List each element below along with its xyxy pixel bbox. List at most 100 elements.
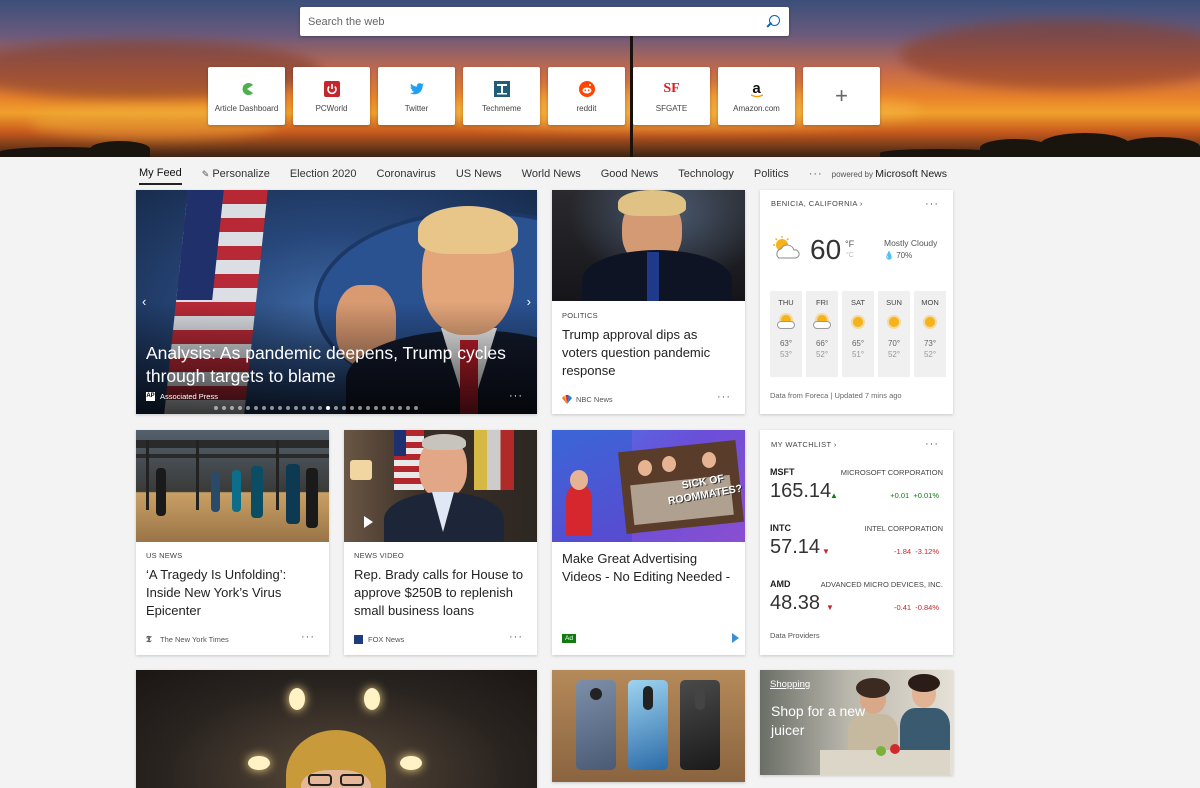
carousel-dot[interactable] xyxy=(230,406,234,410)
carousel-dot[interactable] xyxy=(262,406,266,410)
quick-link-amazon[interactable]: a Amazon.com xyxy=(718,67,795,125)
story-headline[interactable]: ‘A Tragedy Is Unfolding’: Inside New Yor… xyxy=(146,566,319,620)
forecast-day[interactable]: SUN 70° 52° xyxy=(878,291,910,377)
stock-row[interactable]: MSFT MICROSOFT CORPORATION 165.14 ▲ +0.0… xyxy=(770,467,943,523)
unit-celsius-toggle[interactable]: °C xyxy=(846,252,854,259)
play-video-icon[interactable] xyxy=(364,516,373,528)
carousel-dot[interactable] xyxy=(358,406,362,410)
carousel-dot[interactable] xyxy=(214,406,218,410)
story-headline[interactable]: Trump approval dips as voters question p… xyxy=(562,326,735,380)
powered-by-prefix: powered by xyxy=(831,170,873,179)
carousel-dot[interactable] xyxy=(334,406,338,410)
more-options-button[interactable]: ··· xyxy=(717,391,731,403)
data-providers-link[interactable]: Data Providers xyxy=(770,631,820,640)
carousel-dot[interactable] xyxy=(326,406,330,410)
carousel-dot[interactable] xyxy=(342,406,346,410)
carousel-dot[interactable] xyxy=(390,406,394,410)
forecast-day[interactable]: FRI 66° 52° xyxy=(806,291,838,377)
carousel-dot[interactable] xyxy=(406,406,410,410)
shopping-card[interactable]: Shopping Shop for a new juicer xyxy=(760,670,953,775)
story-card-feature[interactable] xyxy=(136,670,537,788)
search-input[interactable] xyxy=(308,15,765,28)
add-quick-link-button[interactable]: + xyxy=(803,67,880,125)
hero-story-card[interactable]: ‹ › Analysis: As pandemic deepens, Trump… xyxy=(136,190,537,414)
tab-us-news[interactable]: US News xyxy=(456,168,502,184)
ad-headline[interactable]: Make Great Advertising Videos - No Editi… xyxy=(562,550,735,586)
more-options-button[interactable]: ··· xyxy=(301,631,315,643)
story-source: FOX News xyxy=(354,635,404,644)
more-options-button[interactable]: ··· xyxy=(925,438,939,450)
story-headline[interactable]: Rep. Brady calls for House to approve $2… xyxy=(354,566,527,620)
story-card-phones[interactable] xyxy=(552,670,745,782)
stock-row[interactable]: INTC INTEL CORPORATION 57.14 ▼ -1.84 -3.… xyxy=(770,523,943,579)
search-box[interactable] xyxy=(300,7,789,36)
forecast-high: 63° xyxy=(779,339,793,348)
watchlist-card[interactable]: MY WATCHLIST › ··· MSFT MICROSOFT CORPOR… xyxy=(760,430,953,655)
tab-good-news[interactable]: Good News xyxy=(601,168,658,184)
watchlist-title[interactable]: MY WATCHLIST › xyxy=(771,440,837,449)
carousel-dot[interactable] xyxy=(350,406,354,410)
tab-personalize[interactable]: ✎ Personalize xyxy=(202,168,270,184)
carousel-dot[interactable] xyxy=(278,406,282,410)
tab-coronavirus[interactable]: Coronavirus xyxy=(377,168,436,184)
tab-election-2020[interactable]: Election 2020 xyxy=(290,168,357,184)
carousel-dot[interactable] xyxy=(286,406,290,410)
weather-location[interactable]: BENICIA, CALIFORNIA › xyxy=(771,199,863,208)
more-options-button[interactable]: ··· xyxy=(509,631,523,643)
tab-my-feed[interactable]: My Feed xyxy=(139,167,182,185)
carousel-dot[interactable] xyxy=(254,406,258,410)
carousel-dot[interactable] xyxy=(366,406,370,410)
story-category[interactable]: NEWS VIDEO xyxy=(354,551,404,560)
more-options-button[interactable]: ··· xyxy=(925,198,939,210)
forecast-day[interactable]: SAT 65° 51° xyxy=(842,291,874,377)
quick-link-techmeme[interactable]: Techmeme xyxy=(463,67,540,125)
weather-footer[interactable]: Data from Foreca | Updated 7 mins ago xyxy=(770,391,902,400)
carousel-dot[interactable] xyxy=(414,406,418,410)
forecast-day-name: SAT xyxy=(850,298,866,307)
carousel-dot[interactable] xyxy=(374,406,378,410)
tab-world-news[interactable]: World News xyxy=(522,168,581,184)
carousel-next-icon[interactable]: › xyxy=(527,294,531,309)
story-card-news-video[interactable]: NEWS VIDEO Rep. Brady calls for House to… xyxy=(344,430,537,655)
carousel-dot[interactable] xyxy=(222,406,226,410)
quick-link-sfgate[interactable]: SF SFGATE xyxy=(633,67,710,125)
story-card-politics[interactable]: POLITICS Trump approval dips as voters q… xyxy=(552,190,745,414)
arrow-down-icon: ▼ xyxy=(826,603,834,612)
carousel-dot[interactable] xyxy=(302,406,306,410)
carousel-dots xyxy=(214,406,418,410)
quick-link-article-dashboard[interactable]: Article Dashboard xyxy=(208,67,285,125)
hero-story-headline[interactable]: Analysis: As pandemic deepens, Trump cyc… xyxy=(146,342,537,388)
reddit-icon xyxy=(578,80,596,98)
ad-card[interactable]: SICK OF ROOMMATES? Make Great Advertisin… xyxy=(552,430,745,655)
quick-link-twitter[interactable]: Twitter xyxy=(378,67,455,125)
carousel-prev-icon[interactable]: ‹ xyxy=(142,294,146,309)
carousel-dot[interactable] xyxy=(382,406,386,410)
carousel-dot[interactable] xyxy=(270,406,274,410)
carousel-dot[interactable] xyxy=(238,406,242,410)
shopping-text[interactable]: Shop for a new juicer xyxy=(771,702,871,740)
search-icon[interactable] xyxy=(765,14,781,30)
carousel-dot[interactable] xyxy=(246,406,250,410)
ad-choices-icon[interactable] xyxy=(732,633,739,643)
quick-link-reddit[interactable]: reddit xyxy=(548,67,625,125)
weather-card[interactable]: BENICIA, CALIFORNIA › ··· 60 °F °C Mostl… xyxy=(760,190,953,414)
shopping-tag[interactable]: Shopping xyxy=(770,679,810,690)
stock-price: 165.14 xyxy=(770,480,832,502)
carousel-dot[interactable] xyxy=(398,406,402,410)
more-options-button[interactable]: ··· xyxy=(509,390,523,402)
carousel-dot[interactable] xyxy=(294,406,298,410)
carousel-dot[interactable] xyxy=(318,406,322,410)
quick-link-pcworld[interactable]: PCWorld xyxy=(293,67,370,125)
forecast-day[interactable]: THU 63° 53° xyxy=(770,291,802,377)
unit-fahrenheit-toggle[interactable]: °F xyxy=(845,239,854,249)
story-card-us-news[interactable]: US NEWS ‘A Tragedy Is Unfolding’: Inside… xyxy=(136,430,329,655)
tab-politics[interactable]: Politics xyxy=(754,168,789,184)
powered-by[interactable]: powered by Microsoft News xyxy=(832,168,947,184)
tab-technology[interactable]: Technology xyxy=(678,168,734,184)
carousel-dot[interactable] xyxy=(310,406,314,410)
story-category[interactable]: US NEWS xyxy=(146,551,182,560)
story-category[interactable]: POLITICS xyxy=(562,311,598,320)
more-tabs-button[interactable]: ··· xyxy=(809,168,823,184)
stock-row[interactable]: AMD ADVANCED MICRO DEVICES, INC. 48.38 ▼… xyxy=(770,579,943,635)
forecast-day[interactable]: MON 73° 52° xyxy=(914,291,946,377)
